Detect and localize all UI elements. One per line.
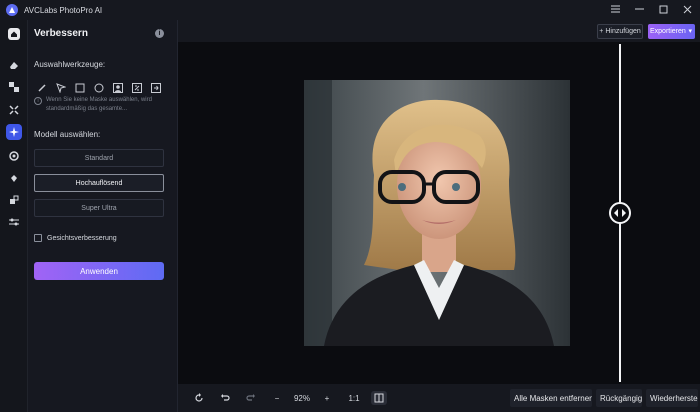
face-enhance-row[interactable]: Gesichtsverbesserung (34, 234, 117, 242)
reset-icon[interactable] (192, 391, 206, 405)
model-hochaufloesend-button[interactable]: Hochauflösend (34, 174, 164, 192)
mask-hint: i Wenn Sie keine Maske auswählen, wird s… (34, 96, 164, 114)
canvas-bottombar: − 92% + 1:1 Alle Masken entfernen Rückgä… (178, 384, 700, 412)
compare-handle-icon[interactable] (609, 202, 631, 224)
rectangle-icon[interactable] (72, 82, 87, 94)
home-icon[interactable] (6, 26, 22, 42)
canvas-topbar: + Hinzufügen Exportieren ▾ (178, 20, 700, 42)
adjust-icon[interactable] (6, 214, 22, 230)
actual-size-button[interactable]: 1:1 (346, 391, 362, 405)
canvas-area: + Hinzufügen Exportieren ▾ − 92% + 1:1 A… (178, 20, 700, 412)
selection-tools (34, 82, 163, 94)
zoom-in-icon[interactable]: + (320, 391, 334, 405)
menu-icon[interactable] (608, 2, 622, 16)
export-button[interactable]: Exportieren ▾ (648, 24, 695, 39)
panel-title: Verbessern (34, 28, 88, 39)
redo-button[interactable]: Wiederherstellen (646, 389, 698, 407)
tool-rail (0, 20, 28, 412)
model-standard-button[interactable]: Standard (34, 149, 164, 167)
plus-icon: + (599, 28, 604, 35)
app-title: AVCLabs PhotoPro AI (24, 5, 103, 15)
selection-tools-label: Auswahlwerkzeuge: (34, 60, 106, 69)
minimize-icon[interactable] (632, 2, 646, 16)
eraser-icon[interactable] (6, 57, 22, 73)
import-mask-icon[interactable] (148, 82, 163, 94)
remove-all-masks-button[interactable]: Alle Masken entfernen (510, 389, 592, 407)
expand-icon[interactable] (6, 102, 22, 118)
ai-select-icon[interactable] (129, 82, 144, 94)
face-enhance-label: Gesichtsverbesserung (47, 234, 117, 242)
brush-icon[interactable] (34, 82, 49, 94)
ellipse-icon[interactable] (91, 82, 106, 94)
undo-button[interactable]: Rückgängig (596, 389, 642, 407)
model-label: Modell auswählen: (34, 130, 101, 139)
replace-icon[interactable] (6, 79, 22, 95)
chevron-down-icon[interactable]: ▾ (688, 27, 692, 35)
maximize-icon[interactable] (656, 2, 670, 16)
portrait-icon[interactable] (110, 82, 125, 94)
close-icon[interactable] (680, 2, 694, 16)
info-icon[interactable]: i (155, 29, 164, 38)
add-label: Hinzufügen (605, 28, 641, 35)
background-icon[interactable] (6, 148, 22, 164)
enhance-panel: Verbessern i Auswahlwerkzeuge: i Wenn Si… (28, 20, 178, 412)
apply-button[interactable]: Anwenden (34, 262, 164, 280)
pointer-icon[interactable] (53, 82, 68, 94)
enhance-icon[interactable] (6, 124, 22, 140)
photo-preview[interactable] (304, 80, 570, 346)
face-enhance-checkbox[interactable] (34, 234, 42, 242)
model-super-ultra-button[interactable]: Super Ultra (34, 199, 164, 217)
zoom-level: 92% (293, 393, 310, 403)
undo-icon[interactable] (218, 391, 232, 405)
compare-view-icon[interactable] (371, 391, 387, 405)
colorize-icon[interactable] (6, 170, 22, 186)
zoom-out-icon[interactable]: − (270, 391, 284, 405)
export-label: Exportieren (650, 28, 686, 35)
title-bar: AVCLabs PhotoPro AI (0, 0, 700, 20)
app-logo-icon (6, 4, 18, 16)
add-button[interactable]: + Hinzufügen (597, 24, 643, 39)
info-circle-icon: i (34, 97, 42, 105)
mask-hint-text: Wenn Sie keine Maske auswählen, wird sta… (46, 97, 152, 112)
redo-icon[interactable] (244, 391, 258, 405)
crop-icon[interactable] (6, 192, 22, 208)
